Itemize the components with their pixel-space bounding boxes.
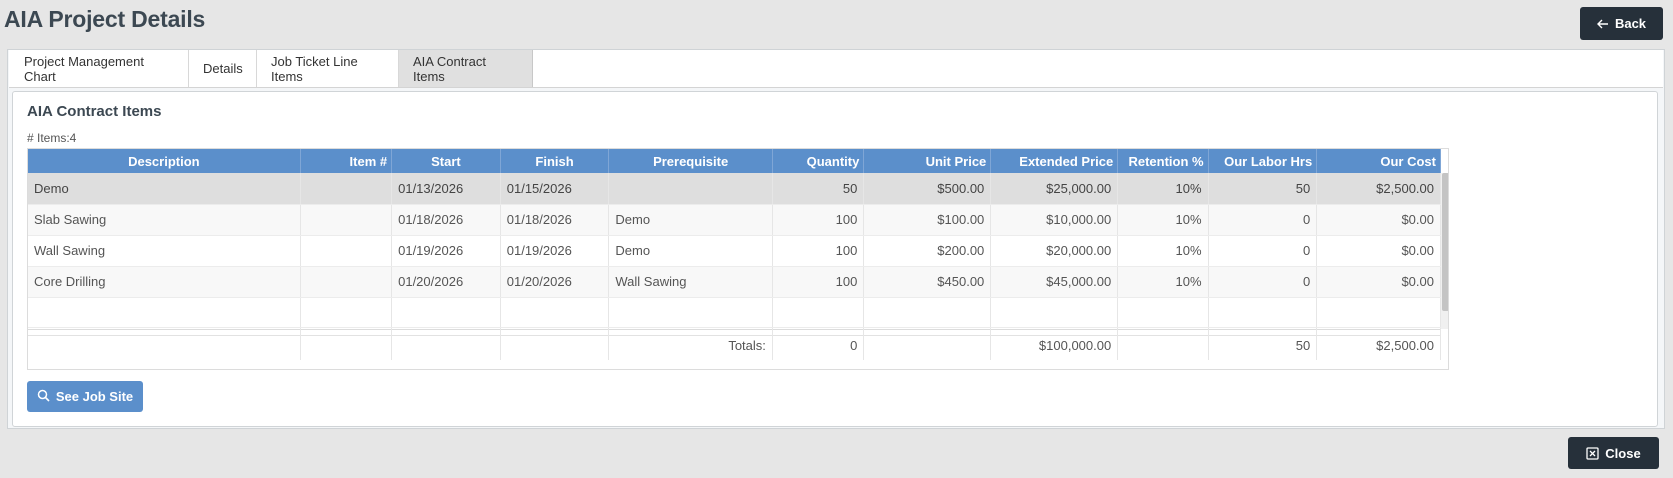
cell-quantity: 100: [772, 204, 865, 236]
tab-project-management-chart[interactable]: Project Management Chart: [9, 50, 189, 87]
cell-extended-price: $20,000.00: [990, 235, 1119, 267]
items-count: # Items:4: [27, 131, 77, 145]
vertical-scrollbar[interactable]: [1441, 173, 1448, 329]
cell-quantity: 50: [772, 173, 865, 205]
cell-labor-hrs: 0: [1208, 266, 1318, 298]
cell-quantity: 100: [772, 235, 865, 267]
cell-labor-hrs: 50: [1208, 173, 1318, 205]
cell-unit-price: $500.00: [863, 173, 992, 205]
cell-retention: 10%: [1117, 266, 1209, 298]
cell-finish: 01/19/2026: [500, 235, 610, 267]
cell-finish: 01/15/2026: [500, 173, 610, 205]
cell-labor-hrs: 0: [1208, 204, 1318, 236]
search-icon: [37, 389, 50, 405]
see-job-site-label: See Job Site: [55, 389, 134, 404]
header-row: Description Item # Start Finish Prerequi…: [28, 149, 1441, 173]
cell-unit-price: $100.00: [863, 204, 992, 236]
cell-start: 01/18/2026: [391, 204, 501, 236]
see-job-site-button[interactable]: See Job Site: [27, 381, 143, 412]
panel-title: AIA Contract Items: [27, 103, 162, 120]
cell-start: 01/20/2026: [391, 266, 501, 298]
cell-prerequisite: [608, 173, 773, 205]
cell-description: Demo: [28, 173, 301, 205]
col-our-cost[interactable]: Our Cost: [1316, 149, 1441, 173]
cell-prerequisite: Demo: [608, 204, 773, 236]
cell-item-number: [300, 235, 393, 267]
col-finish[interactable]: Finish: [500, 149, 610, 173]
total-quantity: 0: [772, 329, 865, 360]
table-row[interactable]: Wall Sawing 01/19/2026 01/19/2026 Demo 1…: [28, 235, 1441, 267]
aia-contract-items-panel: AIA Contract Items # Items:4 Description…: [12, 91, 1658, 427]
tab-label: Project Management Chart: [24, 53, 144, 84]
cell-quantity: 100: [772, 266, 865, 298]
cell-item-number: [300, 204, 393, 236]
close-button[interactable]: Close: [1568, 437, 1659, 469]
col-start[interactable]: Start: [391, 149, 501, 173]
total-extended-price: $100,000.00: [990, 329, 1119, 360]
arrow-left-icon: [1596, 19, 1609, 29]
col-unit-price[interactable]: Unit Price: [863, 149, 992, 173]
col-description[interactable]: Description: [28, 149, 301, 173]
cell-finish: 01/18/2026: [500, 204, 610, 236]
cell-retention: 10%: [1117, 173, 1209, 205]
tab-aia-contract-items[interactable]: AIA Contract Items: [399, 50, 533, 87]
col-prerequisite[interactable]: Prerequisite: [608, 149, 773, 173]
cell-item-number: [300, 266, 393, 298]
back-button-label: Back: [1614, 16, 1647, 31]
cell-start: 01/19/2026: [391, 235, 501, 267]
cell-finish: 01/20/2026: [500, 266, 610, 298]
cell-extended-price: $45,000.00: [990, 266, 1119, 298]
col-item-number[interactable]: Item #: [300, 149, 393, 173]
tab-label: Details: [203, 61, 243, 76]
contract-items-grid: Description Item # Start Finish Prerequi…: [27, 148, 1449, 370]
contract-items-table: Description Item # Start Finish Prerequi…: [28, 149, 1441, 336]
tab-label: Job Ticket Line Items: [271, 53, 358, 84]
col-extended-price[interactable]: Extended Price: [990, 149, 1119, 173]
col-labor-hrs[interactable]: Our Labor Hrs: [1208, 149, 1318, 173]
back-button[interactable]: Back: [1580, 7, 1663, 40]
cell-labor-hrs: 0: [1208, 235, 1318, 267]
cell-prerequisite: Demo: [608, 235, 773, 267]
table-row[interactable]: Core Drilling 01/20/2026 01/20/2026 Wall…: [28, 266, 1441, 298]
tab-label: AIA Contract Items: [413, 53, 486, 84]
cell-description: Slab Sawing: [28, 204, 301, 236]
table-row[interactable]: Demo 01/13/2026 01/15/2026 50 $500.00 $2…: [28, 173, 1441, 205]
cell-start: 01/13/2026: [391, 173, 501, 205]
empty-row: [28, 297, 1441, 328]
cell-unit-price: $450.00: [863, 266, 992, 298]
col-retention[interactable]: Retention %: [1117, 149, 1209, 173]
cell-item-number: [300, 173, 393, 205]
cell-unit-price: $200.00: [863, 235, 992, 267]
cell-our-cost: $2,500.00: [1316, 173, 1441, 205]
cell-prerequisite: Wall Sawing: [608, 266, 773, 298]
tab-job-ticket-line-items[interactable]: Job Ticket Line Items: [257, 50, 399, 87]
total-our-cost: $2,500.00: [1316, 329, 1441, 360]
totals-row: Totals: 0 $100,000.00 50 $2,500.00: [28, 329, 1441, 360]
table-row[interactable]: Slab Sawing 01/18/2026 01/18/2026 Demo 1…: [28, 204, 1441, 236]
details-container: Project Management Chart Details Job Tic…: [7, 49, 1665, 429]
totals-label: Totals:: [608, 329, 773, 360]
cell-retention: 10%: [1117, 204, 1209, 236]
scrollbar-thumb[interactable]: [1442, 173, 1448, 311]
total-labor-hrs: 50: [1208, 329, 1318, 360]
cell-description: Core Drilling: [28, 266, 301, 298]
tab-bar: Project Management Chart Details Job Tic…: [9, 50, 1663, 88]
cell-our-cost: $0.00: [1316, 235, 1441, 267]
cell-our-cost: $0.00: [1316, 204, 1441, 236]
cell-description: Wall Sawing: [28, 235, 301, 267]
col-quantity[interactable]: Quantity: [772, 149, 865, 173]
cell-retention: 10%: [1117, 235, 1209, 267]
close-button-label: Close: [1605, 445, 1641, 461]
cell-our-cost: $0.00: [1316, 266, 1441, 298]
close-box-icon: [1586, 446, 1599, 460]
cell-extended-price: $25,000.00: [990, 173, 1119, 205]
tab-details[interactable]: Details: [189, 50, 257, 87]
cell-extended-price: $10,000.00: [990, 204, 1119, 236]
page-title: AIA Project Details: [4, 6, 206, 32]
